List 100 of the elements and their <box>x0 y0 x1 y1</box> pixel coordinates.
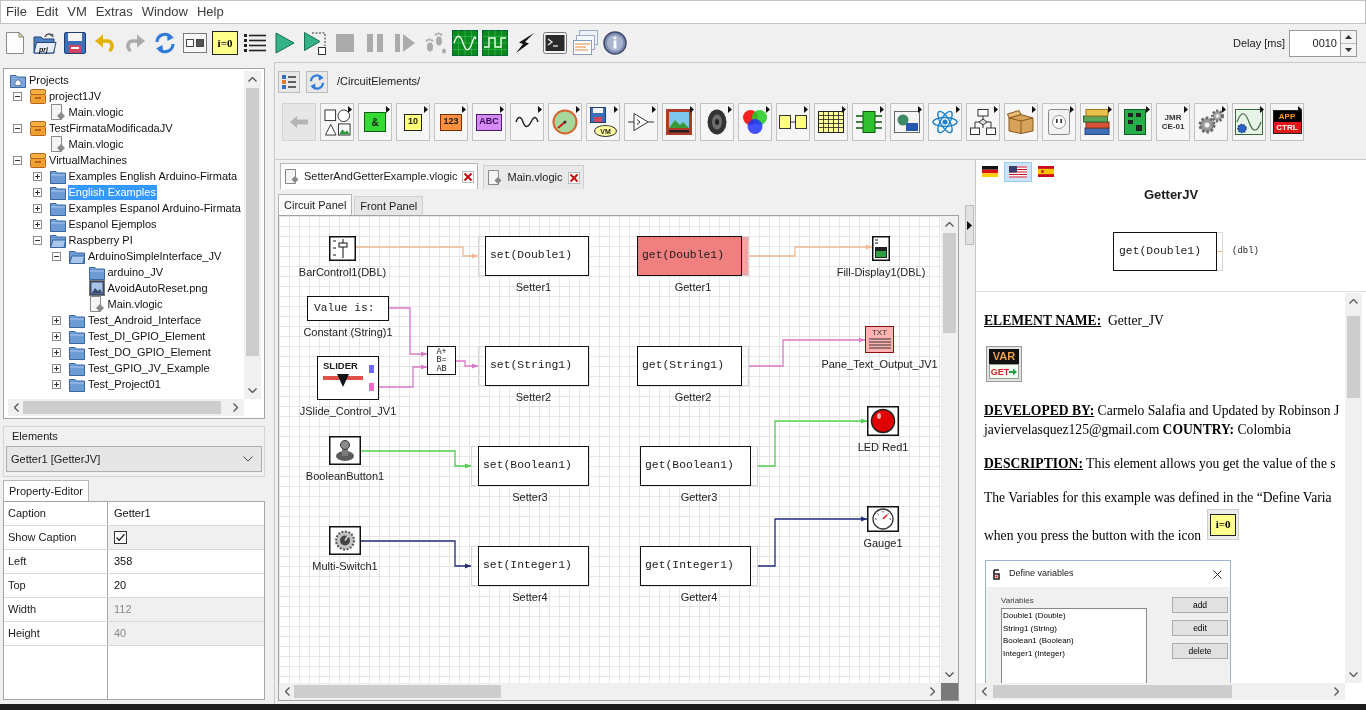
scroll-down-icon[interactable] <box>945 672 954 677</box>
tree-item[interactable]: Examples Espanol Arduino-Firmata <box>67 200 242 216</box>
refresh-button[interactable] <box>306 70 328 93</box>
expand-icon[interactable] <box>32 219 42 229</box>
element-group-button[interactable] <box>852 103 886 141</box>
scroll-right-icon[interactable] <box>233 403 238 412</box>
menu-item[interactable]: Extras <box>91 1 137 23</box>
collapse-icon[interactable] <box>13 91 22 101</box>
expand-icon[interactable] <box>32 171 42 181</box>
oscilloscope-button[interactable] <box>480 28 510 58</box>
scroll-down-icon[interactable] <box>1349 672 1358 677</box>
tree-item[interactable]: Main.vlogic <box>67 136 125 152</box>
collapse-handle[interactable] <box>964 205 974 245</box>
close-icon[interactable] <box>462 170 475 183</box>
expand-icon[interactable] <box>52 331 61 341</box>
delay-field[interactable]: 0010 <box>1289 29 1341 57</box>
tree-item[interactable]: Raspberry PI <box>67 232 134 248</box>
list-item[interactable]: Integer1 (Integer) <box>1003 647 1065 660</box>
tree-item[interactable]: Main.vlogic <box>67 104 125 120</box>
collapse-icon[interactable] <box>13 155 22 165</box>
menu-item[interactable]: Help <box>192 1 228 23</box>
checkbox[interactable] <box>114 531 127 544</box>
element-group-button[interactable] <box>966 103 1000 141</box>
element-group-button[interactable] <box>776 103 810 141</box>
tree-item[interactable]: Examples English Arduino-Firmata <box>67 168 239 184</box>
info-button[interactable] <box>600 28 630 58</box>
menu-item[interactable]: VM <box>63 1 91 23</box>
element-group-button[interactable]: APP CTRL <box>1270 103 1304 141</box>
element-group-button[interactable]: 123 <box>434 103 468 141</box>
expand-icon[interactable] <box>52 363 61 373</box>
list-item[interactable]: Double1 (Double) <box>1003 610 1066 623</box>
scroll-thumb[interactable] <box>993 685 1232 698</box>
tree-item[interactable]: Test_Android_Interface <box>87 312 203 328</box>
tree-item[interactable]: ArduinoSimpleInterface_JV <box>87 248 223 264</box>
tree-item[interactable]: TestFirmataModificadaJV <box>48 120 174 136</box>
element-group-button[interactable] <box>890 103 924 141</box>
tree-item[interactable]: Test_DI_GPIO_Element <box>87 328 207 344</box>
scroll-thumb[interactable] <box>1347 316 1360 398</box>
language-button[interactable] <box>1004 161 1032 182</box>
scroll-thumb[interactable] <box>943 233 956 333</box>
tree-item[interactable]: Espanol Ejemplos <box>67 216 158 232</box>
expand-icon[interactable] <box>52 315 61 325</box>
dialog-button[interactable]: delete <box>1172 643 1228 659</box>
element-group-button[interactable] <box>738 103 772 141</box>
expand-icon[interactable] <box>52 347 61 357</box>
document-tab[interactable]: Main.vlogic <box>483 165 584 189</box>
expand-icon[interactable] <box>32 203 42 213</box>
scroll-thumb[interactable] <box>246 88 259 356</box>
list-item[interactable]: String1 (String) <box>1003 622 1057 635</box>
scroll-down-icon[interactable] <box>248 388 257 393</box>
element-group-button[interactable] <box>1232 103 1266 141</box>
tree-item[interactable]: Main.vlogic <box>106 296 164 312</box>
document-tab[interactable]: SetterAndGetterExample.vlogic <box>280 163 479 189</box>
tree-item[interactable]: Test_GPIO_JV_Example <box>87 360 211 376</box>
collapse-icon[interactable] <box>52 251 61 261</box>
element-group-button[interactable] <box>700 103 734 141</box>
tree-item[interactable]: Test_DO_GPIO_Element <box>87 344 212 360</box>
element-group-button[interactable] <box>624 103 658 141</box>
list-item[interactable]: Boolean1 (Boolean) <box>1003 635 1074 648</box>
collapse-icon[interactable] <box>32 235 42 245</box>
scroll-up-icon[interactable] <box>248 77 257 82</box>
elements-dropdown[interactable]: Getter1 [GetterJV] <box>6 446 262 472</box>
element-group-button[interactable] <box>662 103 696 141</box>
tree-item[interactable]: arduino_JV <box>106 264 165 280</box>
property-editor-tab[interactable]: Property-Editor <box>3 480 89 501</box>
element-group-button[interactable]: ABC <box>472 103 506 141</box>
scroll-left-icon[interactable] <box>14 403 19 412</box>
panel-tab[interactable]: Front Panel <box>354 196 424 215</box>
dialog-button[interactable]: edit <box>1172 620 1228 636</box>
collapse-icon[interactable] <box>13 123 22 133</box>
scroll-right-icon[interactable] <box>1334 687 1339 696</box>
element-group-button[interactable] <box>1080 103 1114 141</box>
panel-tab[interactable]: Circuit Panel <box>278 194 353 215</box>
menu-item[interactable]: Window <box>137 1 192 23</box>
variables-button[interactable]: i=0 <box>212 31 238 55</box>
tree-item[interactable]: Projects <box>28 72 70 88</box>
scroll-up-icon[interactable] <box>1349 299 1358 304</box>
close-icon[interactable] <box>567 171 580 184</box>
oscilloscope-button[interactable] <box>450 28 480 58</box>
element-group-button[interactable] <box>510 103 544 141</box>
scroll-thumb[interactable] <box>294 685 501 698</box>
tree-item[interactable]: Test_Project01 <box>87 376 162 392</box>
element-group-button[interactable] <box>320 103 354 141</box>
tree-item[interactable]: project1JV <box>48 88 102 104</box>
scroll-thumb[interactable] <box>23 401 221 414</box>
scroll-left-icon[interactable] <box>285 687 290 696</box>
scroll-up-icon[interactable] <box>945 222 954 227</box>
element-group-button[interactable]: & <box>358 103 392 141</box>
close-icon[interactable] <box>1213 569 1222 579</box>
element-group-button[interactable]: 10 <box>396 103 430 141</box>
expand-icon[interactable] <box>52 379 61 389</box>
scroll-right-icon[interactable] <box>930 687 935 696</box>
dialog-button[interactable]: add <box>1172 597 1228 613</box>
menu-item[interactable]: Edit <box>31 1 63 23</box>
menu-item[interactable]: File <box>2 1 31 23</box>
element-group-button[interactable]: JMR CE-01 <box>1156 103 1190 141</box>
element-group-button[interactable] <box>814 103 848 141</box>
view-toggle-button[interactable] <box>278 70 300 93</box>
expand-icon[interactable] <box>32 187 42 197</box>
scroll-left-icon[interactable] <box>982 687 987 696</box>
